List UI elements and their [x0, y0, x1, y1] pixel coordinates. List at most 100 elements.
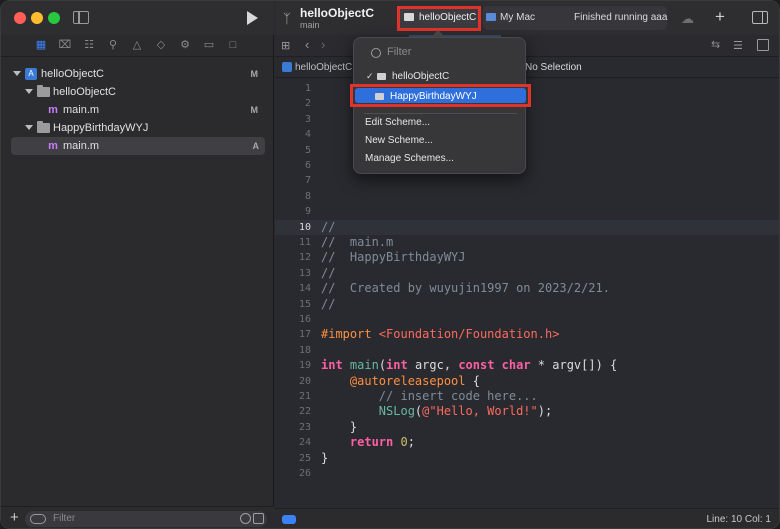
add-editor-icon[interactable]: [757, 39, 769, 51]
line-number: 3: [304, 113, 311, 125]
edit-scheme-menu-item[interactable]: Edit Scheme...: [365, 117, 430, 128]
sidebar-toggle-icon[interactable]: [73, 11, 89, 24]
code-line: //: [321, 296, 336, 311]
scheme-item-happybirthdaywyj[interactable]: HappyBirthdayWYJ: [350, 84, 531, 107]
new-scheme-menu-item[interactable]: New Scheme...: [365, 135, 433, 146]
line-number: 20: [298, 375, 311, 387]
jump-bar: helloObjectC No Selection: [275, 58, 779, 78]
scheme-item-label: helloObjectC: [392, 71, 450, 82]
navigator-filter-input[interactable]: Filter: [25, 511, 267, 527]
tree-item-label: main.m: [63, 140, 100, 152]
add-file-button[interactable]: +: [10, 509, 19, 527]
run-icon[interactable]: [247, 11, 258, 25]
destination-selector-button[interactable]: My Mac: [500, 12, 535, 23]
source-control-filter-icon[interactable]: [253, 513, 264, 524]
line-number: 12: [298, 252, 311, 264]
code-line: // insert code here...: [321, 389, 538, 403]
scheme-icon: [404, 13, 414, 21]
line-number: 14: [298, 283, 311, 295]
navigator-sidebar: ▦ ⌧ ☷ ⚲ △ ◇ ⚙ ▭ □ A helloObjectC M hello…: [1, 1, 274, 528]
line-number: 22: [298, 406, 311, 418]
editor-area: ᛉ helloObjectC main helloObjectC My Mac …: [275, 1, 779, 528]
forward-icon[interactable]: ›: [321, 37, 325, 52]
cloud-icon[interactable]: ☁: [681, 11, 694, 27]
chevron-down-icon[interactable]: [13, 71, 21, 76]
issue-navigator-icon[interactable]: △: [130, 39, 144, 52]
line-number: 19: [298, 360, 311, 372]
debug-navigator-icon[interactable]: ⚙: [178, 39, 192, 52]
xcode-project-icon: A: [25, 68, 37, 80]
code-token: {: [465, 373, 480, 388]
code-line: #import <Foundation/Foundation.h>: [321, 327, 559, 342]
line-number: 17: [298, 329, 311, 341]
folder-icon: [37, 85, 50, 97]
jump-bar-selection[interactable]: No Selection: [525, 62, 582, 73]
zoom-window-button[interactable]: [48, 12, 60, 24]
report-navigator-icon[interactable]: □: [226, 39, 240, 52]
debug-area-toggle-icon[interactable]: [282, 515, 296, 524]
related-items-icon[interactable]: ⊞: [281, 39, 290, 52]
xcode-project-icon: [282, 62, 292, 72]
line-number: 10: [298, 221, 311, 233]
tree-item-label: main.m: [63, 104, 100, 116]
main-toolbar: ᛉ helloObjectC main helloObjectC My Mac …: [275, 1, 779, 35]
chevron-down-icon[interactable]: [25, 125, 33, 130]
destination-icon: [486, 13, 496, 21]
code-token: argc,: [407, 358, 459, 373]
tree-item-label: helloObjectC: [41, 68, 104, 80]
recent-files-icon[interactable]: [240, 513, 251, 524]
line-number: 15: [298, 298, 311, 310]
source-control-badge: M: [250, 105, 259, 115]
current-line[interactable]: 10 //: [275, 219, 779, 235]
tree-item-label: helloObjectC: [53, 86, 116, 98]
inspector-toggle-icon[interactable]: [752, 11, 768, 24]
objc-file-icon: m: [48, 104, 58, 116]
source-control-badge: A: [252, 141, 260, 151]
symbol-navigator-icon[interactable]: ☷: [82, 39, 96, 52]
scheme-filter-input[interactable]: Filter: [387, 46, 411, 58]
scheme-icon: [375, 93, 384, 100]
code-line: }: [321, 419, 358, 434]
chevron-down-icon[interactable]: [25, 89, 33, 94]
code-line: // main.m: [321, 235, 394, 249]
tree-item-file-selected[interactable]: m main.m A: [11, 137, 265, 155]
refresh-icon[interactable]: ⇆: [711, 38, 720, 51]
highlight-background: HappyBirthdayWYJ: [355, 88, 526, 103]
tree-item-group[interactable]: helloObjectC: [1, 83, 274, 101]
find-navigator-icon[interactable]: ⚲: [106, 39, 120, 52]
minimize-window-button[interactable]: [31, 12, 43, 24]
code-token: 0: [400, 435, 408, 450]
build-status-text: Finished running aaa: [574, 12, 668, 23]
tree-item-project[interactable]: A helloObjectC M: [1, 65, 274, 83]
filter-icon: [371, 48, 381, 58]
breakpoint-navigator-icon[interactable]: ▭: [202, 39, 216, 52]
code-token: );: [537, 404, 553, 419]
source-editor[interactable]: 1 2 3 4 5 6 7 8 9 10 // 11 // main.m 12 // …: [275, 79, 779, 508]
code-token: return: [321, 435, 394, 450]
code-line: }: [321, 450, 329, 465]
test-navigator-icon[interactable]: ◇: [154, 39, 168, 52]
code-token: * argv[]) {: [530, 358, 618, 373]
library-add-icon[interactable]: +: [715, 7, 725, 27]
cursor-position: Line: 10 Col: 1: [706, 514, 772, 525]
code-line: //: [321, 265, 336, 280]
manage-schemes-menu-item[interactable]: Manage Schemes...: [365, 153, 454, 164]
code-line: return 0;: [321, 435, 415, 450]
code-token: ;: [407, 435, 415, 450]
project-navigator-icon[interactable]: ▦: [34, 39, 48, 52]
scheme-selector-button[interactable]: helloObjectC: [419, 12, 476, 23]
tree-item-file[interactable]: m main.m M: [1, 101, 274, 119]
adjust-editor-icon[interactable]: ☰: [733, 39, 743, 52]
code-token: char: [501, 358, 531, 373]
scheme-icon: [377, 73, 386, 80]
close-window-button[interactable]: [14, 12, 26, 24]
scheme-item-helloobjectc[interactable]: ✓ helloObjectC: [362, 68, 519, 85]
code-line: @autoreleasepool {: [321, 374, 480, 389]
line-number: 9: [304, 206, 311, 218]
tree-item-group[interactable]: HappyBirthdayWYJ: [1, 119, 274, 137]
source-control-navigator-icon[interactable]: ⌧: [58, 39, 72, 52]
jump-bar-path[interactable]: helloObjectC: [295, 62, 352, 73]
back-icon[interactable]: ‹: [305, 37, 309, 52]
code-line: NSLog(@"Hello, World!");: [321, 404, 552, 419]
